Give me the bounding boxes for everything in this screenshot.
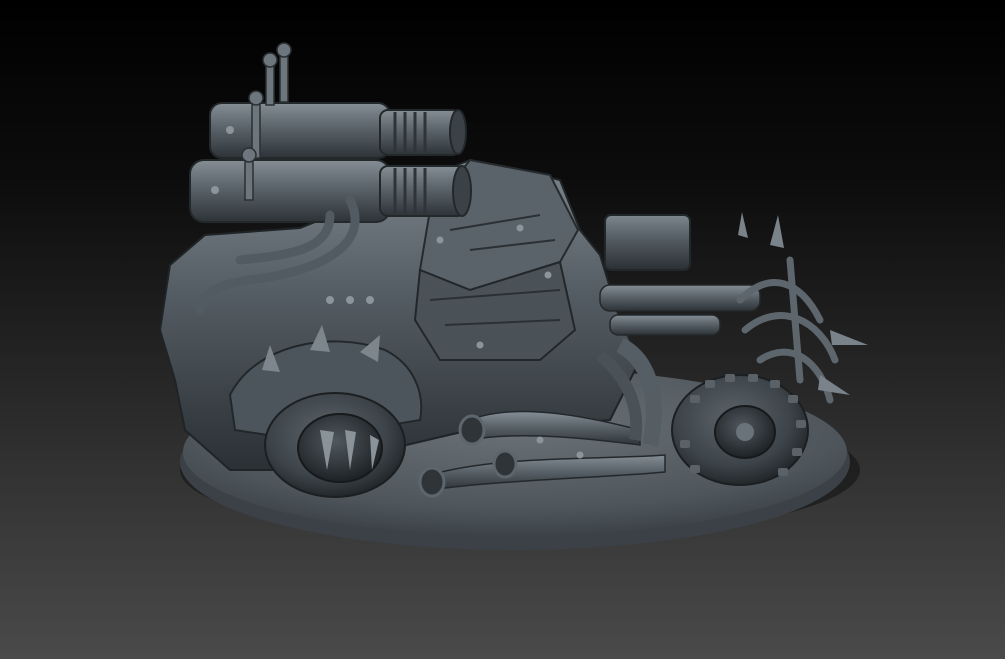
engine-block	[604, 214, 691, 271]
cannon-lower-muzzle	[452, 165, 472, 217]
vehicle-model-render	[158, 42, 868, 550]
front-wheel-hub	[297, 413, 383, 483]
render-viewport	[0, 0, 1005, 659]
rear-wheel-axle	[736, 423, 754, 441]
exhaust-pipe-mid	[609, 314, 721, 336]
cannon-upper-barrel	[379, 109, 461, 156]
cannon-upper-muzzle	[449, 109, 467, 155]
cannon-upper-body	[209, 102, 391, 159]
exhaust-pipe-upper	[599, 284, 761, 312]
cannon-lower-body	[189, 159, 391, 223]
